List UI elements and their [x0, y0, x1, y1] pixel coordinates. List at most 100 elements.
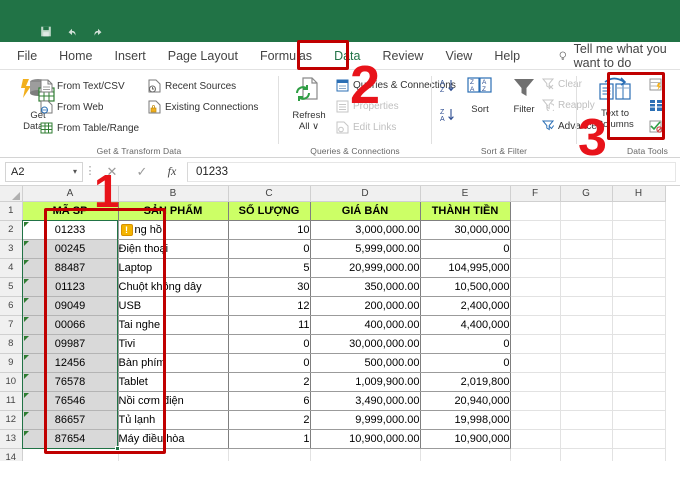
- cell-thanh-tien[interactable]: 0: [420, 239, 511, 259]
- row-header-6[interactable]: 6: [0, 296, 23, 316]
- cell-thanh-tien[interactable]: 10,900,000: [420, 429, 511, 449]
- cell-thanh-tien[interactable]: 10,500,000: [420, 277, 511, 297]
- table-row[interactable]: 9 12456 Bàn phím 0 500,000.00 0: [0, 353, 666, 373]
- column-header-row[interactable]: A B C D E F G H: [0, 186, 666, 202]
- empty-cell[interactable]: [560, 201, 613, 221]
- cell-thanh-tien[interactable]: 20,940,000: [420, 391, 511, 411]
- cell-so-luong[interactable]: 1: [228, 429, 311, 449]
- table-row[interactable]: 5 01123 Chuột không dây 30 350,000.00 10,500,…: [0, 277, 666, 297]
- cell-ma-sp[interactable]: 76578: [22, 372, 119, 392]
- table-row[interactable]: 7 00066 Tai nghe 11 400,000.00 4,400,000: [0, 315, 666, 335]
- column-header-f[interactable]: F: [510, 186, 561, 202]
- tab-page-layout[interactable]: Page Layout: [157, 45, 249, 67]
- column-header-a[interactable]: A: [22, 186, 119, 202]
- empty-cell[interactable]: [510, 277, 561, 297]
- tab-file[interactable]: File: [6, 45, 48, 67]
- insert-function-icon[interactable]: fx: [157, 164, 187, 179]
- empty-cell[interactable]: [510, 334, 561, 354]
- cell-thanh-tien[interactable]: 104,995,000: [420, 258, 511, 278]
- tab-view[interactable]: View: [434, 45, 483, 67]
- name-box[interactable]: A2 ▾: [5, 161, 83, 182]
- chevron-down-icon[interactable]: ▾: [73, 167, 77, 176]
- cell-gia-ban[interactable]: 350,000.00: [310, 277, 421, 297]
- empty-cell[interactable]: [510, 410, 561, 430]
- column-header-b[interactable]: B: [118, 186, 229, 202]
- redo-icon[interactable]: [92, 26, 104, 37]
- empty-cell[interactable]: [118, 448, 229, 461]
- empty-cell[interactable]: [560, 372, 613, 392]
- cell-gia-ban[interactable]: 3,000,000.00: [310, 220, 421, 240]
- row-header-2[interactable]: 2: [0, 220, 23, 240]
- sort-button[interactable]: ZAAZ Sort: [460, 76, 500, 115]
- cell-so-luong[interactable]: 5: [228, 258, 311, 278]
- cell-so-luong[interactable]: 2: [228, 410, 311, 430]
- empty-cell[interactable]: [560, 334, 613, 354]
- header-cell-thanh-tien[interactable]: THÀNH TIỀN: [420, 200, 511, 221]
- empty-cell[interactable]: [510, 372, 561, 392]
- cell-thanh-tien[interactable]: 4,400,000: [420, 315, 511, 335]
- cell-thanh-tien[interactable]: 0: [420, 353, 511, 373]
- empty-cell[interactable]: [228, 448, 311, 461]
- sort-az-button[interactable]: AZ: [440, 78, 456, 99]
- empty-cell[interactable]: [560, 353, 613, 373]
- confirm-entry-button[interactable]: ✓: [127, 164, 157, 180]
- spreadsheet-grid[interactable]: A B C D E F G H 1 MÃ SP SẢN PHẨM SỐ LƯỢN…: [0, 186, 680, 461]
- cell-gia-ban[interactable]: 9,999,000.00: [310, 410, 421, 430]
- empty-cell[interactable]: [510, 353, 561, 373]
- cell-gia-ban[interactable]: 400,000.00: [310, 315, 421, 335]
- table-row[interactable]: 10 76578 Tablet 2 1,009,900.00 2,019,800: [0, 372, 666, 392]
- from-web-button[interactable]: From Web: [40, 100, 104, 114]
- cell-gia-ban[interactable]: 200,000.00: [310, 296, 421, 316]
- flash-fill-button[interactable]: [649, 78, 663, 96]
- cell-so-luong[interactable]: 2: [228, 372, 311, 392]
- column-header-c[interactable]: C: [228, 186, 311, 202]
- tab-help[interactable]: Help: [483, 45, 531, 67]
- empty-cell[interactable]: [510, 201, 561, 221]
- cell-so-luong[interactable]: 10: [228, 220, 311, 240]
- empty-cell[interactable]: [560, 258, 613, 278]
- row-header-8[interactable]: 8: [0, 334, 23, 354]
- empty-cell[interactable]: [612, 258, 666, 278]
- save-icon[interactable]: [40, 26, 52, 37]
- warning-icon[interactable]: !: [120, 223, 133, 236]
- empty-cell[interactable]: [612, 410, 666, 430]
- cell-ma-sp[interactable]: 09987: [22, 334, 119, 354]
- table-row[interactable]: 8 09987 Tivi 0 30,000,000.00 0: [0, 334, 666, 354]
- empty-cell[interactable]: [510, 429, 561, 449]
- cell-ma-sp[interactable]: 09049: [22, 296, 119, 316]
- empty-cell[interactable]: [612, 391, 666, 411]
- empty-cell[interactable]: [510, 391, 561, 411]
- column-header-g[interactable]: G: [560, 186, 613, 202]
- tell-me-box[interactable]: Tell me what you want to do: [559, 42, 680, 70]
- empty-cell[interactable]: [612, 277, 666, 297]
- formula-input[interactable]: 01233: [187, 161, 676, 182]
- empty-cell[interactable]: [612, 429, 666, 449]
- empty-cell[interactable]: [612, 201, 666, 221]
- cell-gia-ban[interactable]: 30,000,000.00: [310, 334, 421, 354]
- column-header-d[interactable]: D: [310, 186, 421, 202]
- cell-gia-ban[interactable]: 1,009,900.00: [310, 372, 421, 392]
- row-header-5[interactable]: 5: [0, 277, 23, 297]
- cell-so-luong[interactable]: 30: [228, 277, 311, 297]
- text-to-columns-button[interactable]: Text to Columns: [589, 76, 641, 130]
- empty-cell[interactable]: [560, 429, 613, 449]
- row-header-1[interactable]: 1: [0, 201, 23, 221]
- cell-so-luong[interactable]: 0: [228, 239, 311, 259]
- row-header-4[interactable]: 4: [0, 258, 23, 278]
- empty-cell[interactable]: [510, 296, 561, 316]
- sort-za-button[interactable]: ZA: [440, 107, 456, 128]
- row-header-11[interactable]: 11: [0, 391, 23, 411]
- table-row[interactable]: 12 86657 Tủ lạnh 2 9,999,000.00 19,998,000: [0, 410, 666, 430]
- empty-cell[interactable]: [510, 220, 561, 240]
- empty-cell[interactable]: [510, 239, 561, 259]
- cancel-entry-button[interactable]: ✕: [97, 164, 127, 180]
- header-cell-san-pham[interactable]: SẢN PHẨM: [118, 200, 229, 221]
- cell-san-pham[interactable]: Chuột không dây: [118, 277, 229, 297]
- data-validation-button[interactable]: [649, 120, 663, 138]
- empty-cell[interactable]: [310, 448, 421, 461]
- cell-san-pham[interactable]: Tai nghe: [118, 315, 229, 335]
- cell-ma-sp[interactable]: 01233: [22, 220, 119, 240]
- cell-ma-sp[interactable]: 01123: [22, 277, 119, 297]
- column-header-e[interactable]: E: [420, 186, 511, 202]
- row-header-12[interactable]: 12: [0, 410, 23, 430]
